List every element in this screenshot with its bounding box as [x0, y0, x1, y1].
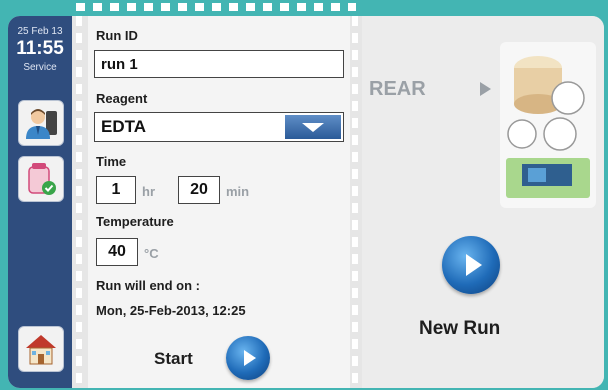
user-icon — [26, 109, 57, 139]
time-hours-input[interactable]: 1 — [96, 176, 136, 204]
left-dotted-border — [76, 16, 82, 388]
rear-label: REAR — [369, 78, 426, 100]
consumables-button[interactable] — [18, 156, 64, 202]
temperature-unit: °C — [144, 246, 159, 261]
sidebar-time: 11:55 — [16, 38, 64, 59]
right-dotted-border — [352, 16, 358, 388]
run-end-label: Run will end on : — [96, 278, 200, 293]
start-play-icon — [226, 336, 270, 380]
reagent-select[interactable]: EDTA — [94, 112, 344, 142]
top-dotted-border — [76, 3, 356, 11]
tube-check-icon — [28, 163, 56, 195]
reagent-dropdown-button[interactable] — [285, 115, 341, 139]
sidebar-status: Service — [23, 62, 57, 73]
hours-unit: hr — [142, 184, 155, 199]
sidebar: 25 Feb 13 11:55 Service — [8, 16, 72, 388]
home-button[interactable] — [18, 326, 64, 372]
new-run-button[interactable] — [442, 236, 500, 294]
reagent-value: EDTA — [101, 117, 147, 136]
device-screen: 25 Feb 13 11:55 Service Run ID run 1 Rea… — [8, 16, 604, 388]
run-settings-panel: Run ID run 1 Reagent EDTA Time 1 hr 20 m… — [88, 16, 350, 388]
start-button[interactable]: Start — [154, 334, 274, 382]
start-label: Start — [154, 349, 193, 368]
chevron-down-icon — [302, 122, 324, 132]
run-id-input[interactable]: run 1 — [94, 50, 344, 78]
user-button[interactable] — [18, 100, 64, 146]
run-end-value: Mon, 25-Feb-2013, 12:25 — [96, 303, 246, 318]
minutes-unit: min — [226, 184, 250, 199]
time-minutes-input[interactable]: 20 — [178, 176, 220, 204]
rear-arrow-icon — [480, 82, 491, 96]
temperature-input[interactable]: 40 — [96, 238, 138, 266]
instrument-diagram — [500, 42, 596, 208]
play-icon — [465, 254, 482, 276]
sidebar-date: 25 Feb 13 — [17, 26, 63, 37]
run-id-label: Run ID — [96, 28, 138, 43]
reagent-label: Reagent — [96, 91, 148, 106]
new-run-label: New Run — [419, 318, 501, 339]
temperature-label: Temperature — [96, 214, 174, 229]
home-icon — [26, 335, 56, 365]
time-label: Time — [96, 154, 127, 169]
